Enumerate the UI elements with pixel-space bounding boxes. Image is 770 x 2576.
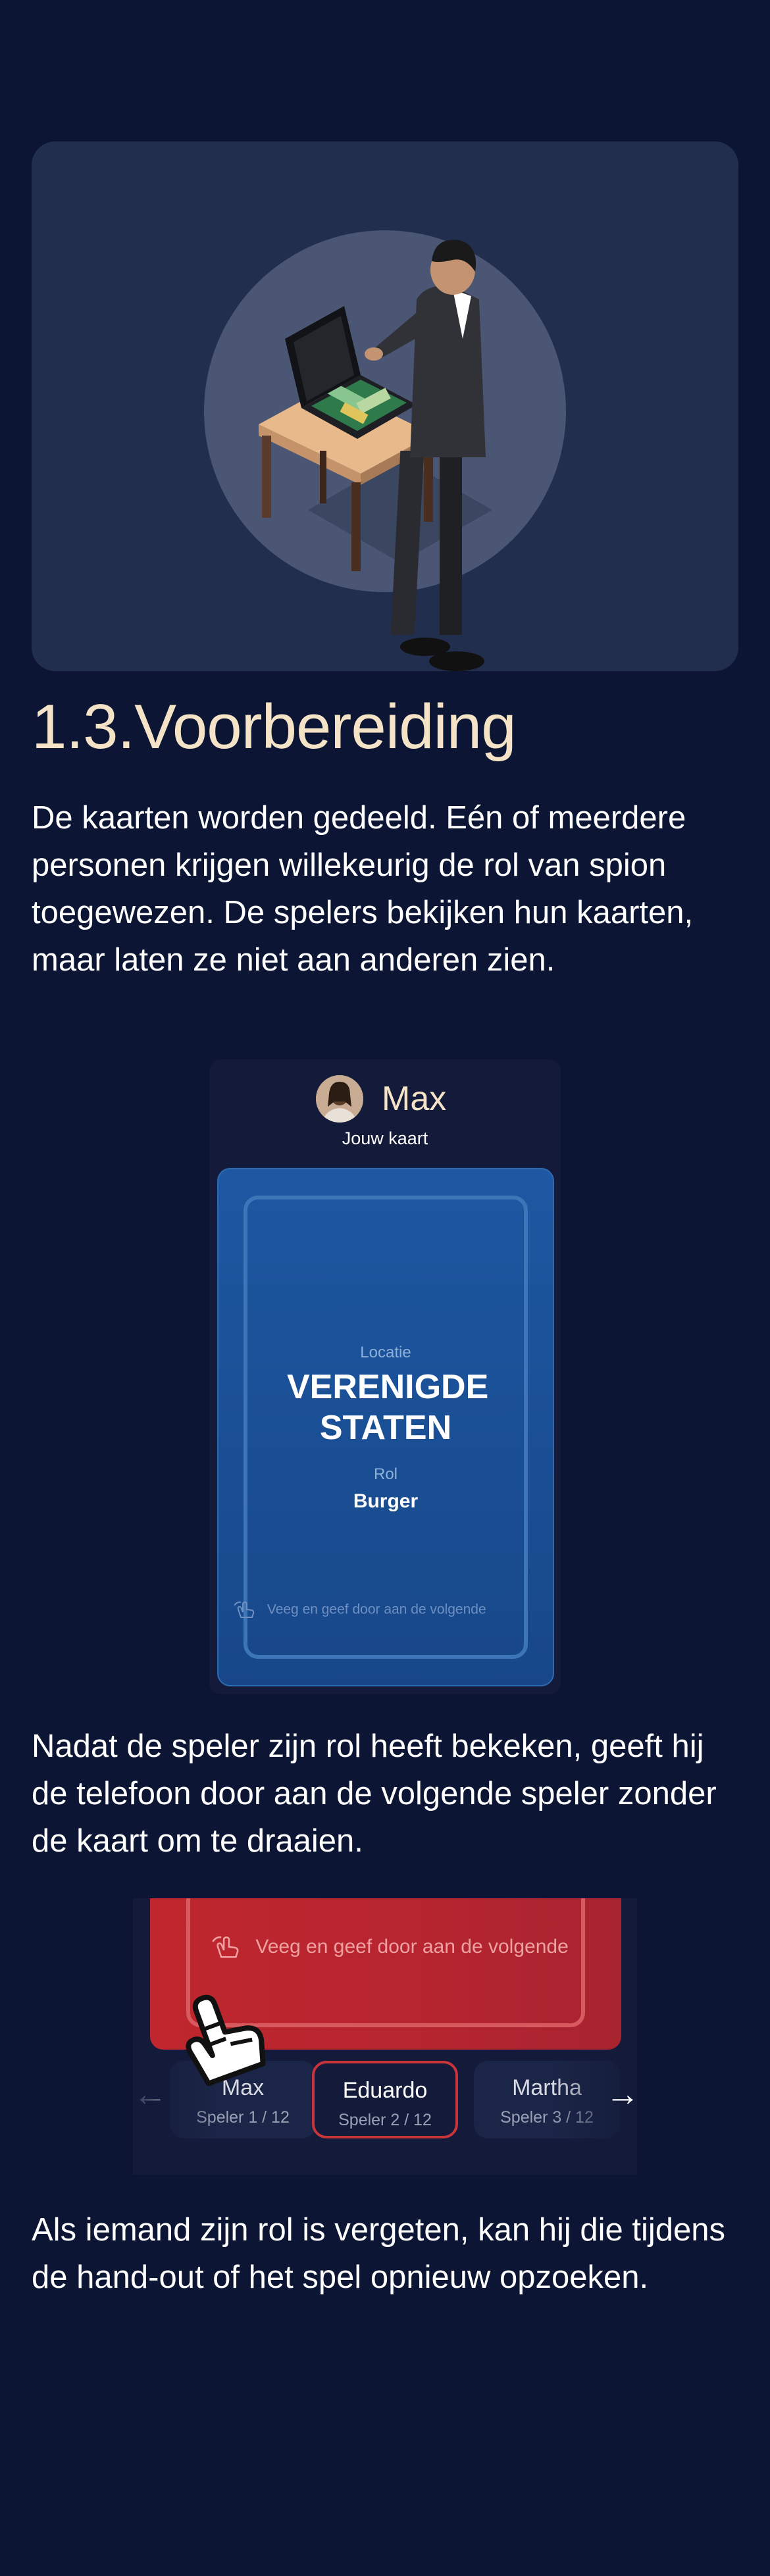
hero-illustration	[32, 141, 738, 671]
next-player-arrow[interactable]: →	[605, 2075, 637, 2114]
player-chip-active[interactable]: Eduardo Speler 2 / 12	[312, 2061, 458, 2138]
location-value: VERENIGDE STATEN	[287, 1368, 489, 1447]
swipe-hand-icon	[234, 1601, 255, 1618]
swipe-hint: Veeg en geef door aan de volgende	[232, 1600, 546, 1620]
avatar	[316, 1075, 363, 1123]
spy-briefcase-icon	[204, 230, 566, 671]
role-card[interactable]: Locatie VERENIGDE STATEN Rol Burger Veeg…	[217, 1168, 554, 1686]
card-subtitle: Jouw kaart	[342, 1128, 428, 1148]
role-card-screenshot: Max Jouw kaart Locatie VERENIGDE STATEN …	[209, 1059, 561, 1694]
handover-paragraph: Nadat de speler zijn rol heeft bekeken, …	[32, 1729, 717, 1859]
swipe-gesture-hand-icon	[186, 1994, 266, 2086]
role-label: Rol	[373, 1465, 398, 1483]
intro-paragraph: De kaarten worden gedeeld. Eén of meerde…	[32, 800, 694, 978]
role-value: Burger	[353, 1490, 419, 1512]
forgotten-role-paragraph: Als iemand zijn rol is vergeten, kan hij…	[32, 2212, 726, 2295]
swipe-hint: Veeg en geef door aan de volgende	[209, 1934, 569, 1961]
location-label: Locatie	[360, 1344, 411, 1361]
player-name: Max	[382, 1080, 447, 1118]
swipe-hand-icon	[212, 1936, 239, 1958]
person-avatar-icon	[316, 1075, 363, 1123]
player-header: Max	[209, 1075, 561, 1123]
page-title: 1.3.Voorbereiding	[32, 692, 517, 762]
handout-screenshot: Veeg en geef door aan de volgende ← Max …	[133, 1898, 637, 2175]
